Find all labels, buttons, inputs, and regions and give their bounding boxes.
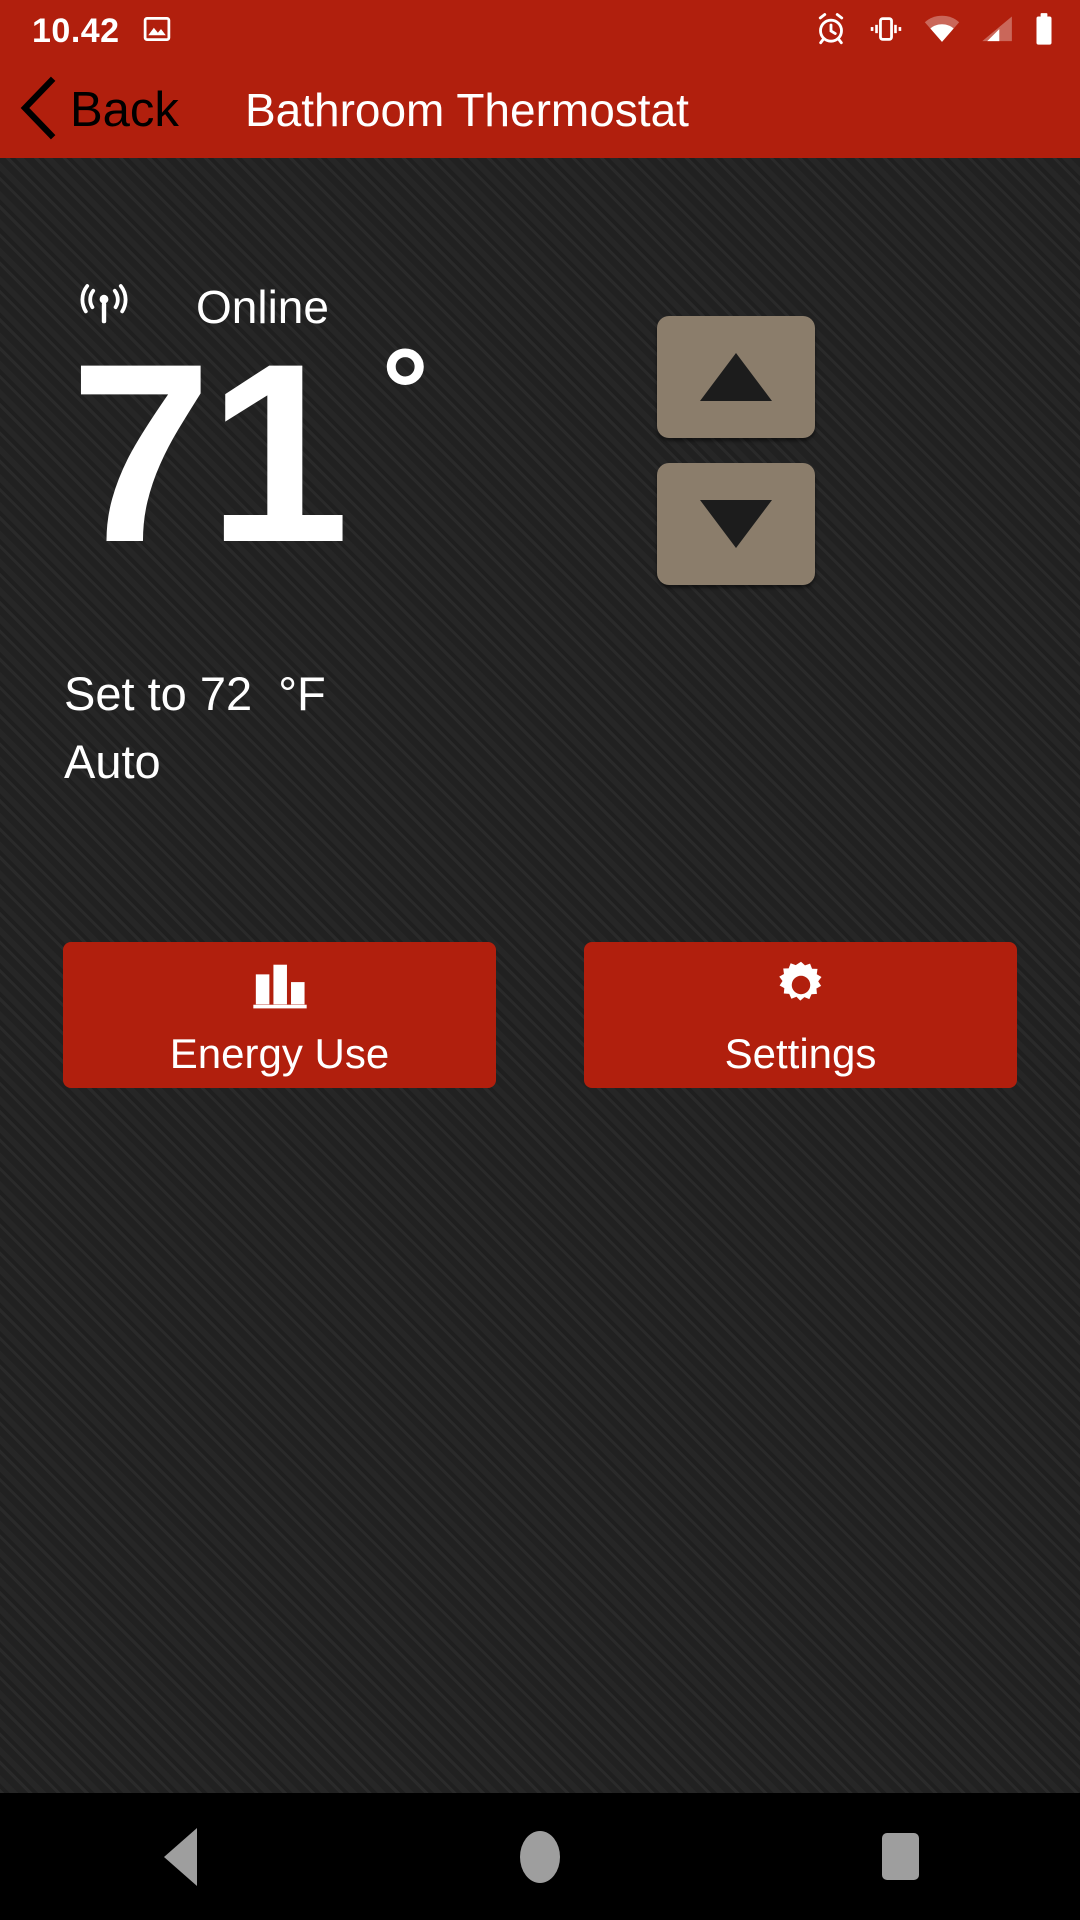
energy-use-button[interactable]: Energy Use <box>63 942 496 1088</box>
nav-home-button[interactable] <box>440 1793 640 1920</box>
page-title: Bathroom Thermostat <box>244 84 689 136</box>
wifi-icon <box>924 14 960 49</box>
cell-signal-icon <box>980 14 1014 49</box>
back-button[interactable]: Back <box>16 62 189 158</box>
degree-symbol: ° <box>381 325 429 457</box>
mode-label: Auto <box>64 735 161 788</box>
nav-back-button[interactable] <box>80 1793 280 1920</box>
action-button-row: Energy Use Settings <box>0 942 1080 1088</box>
status-bar-system-icons <box>814 12 1054 51</box>
temperature-increase-button[interactable] <box>657 316 815 438</box>
chevron-left-icon <box>16 76 60 145</box>
nav-recents-square-icon <box>881 1833 919 1880</box>
status-bar-clock: 10.42 <box>32 12 120 50</box>
nav-home-circle-icon <box>520 1830 560 1883</box>
status-bar-notification-icons <box>142 14 172 49</box>
setpoint-label: Set to 72 °F <box>64 667 326 720</box>
settings-button-label: Settings <box>724 1029 877 1077</box>
app-bar: Back Bathroom Thermostat <box>0 62 1080 158</box>
vibrate-icon <box>868 12 904 51</box>
bar-chart-icon <box>249 956 311 1019</box>
current-temperature-display: 71 ° <box>70 326 429 581</box>
triangle-down-icon <box>700 500 772 548</box>
gear-icon <box>772 956 830 1019</box>
nav-recents-button[interactable] <box>800 1793 1000 1920</box>
nav-back-triangle-icon <box>163 1827 197 1886</box>
thermostat-panel: Online 71 ° Set to 72 °F Auto Energy Use… <box>0 158 1080 1793</box>
energy-use-button-label: Energy Use <box>169 1029 390 1077</box>
android-navigation-bar <box>0 1793 1080 1920</box>
alarm-icon <box>814 12 848 51</box>
status-bar: 10.42 <box>0 0 1080 62</box>
triangle-up-icon <box>700 353 772 401</box>
image-icon <box>142 14 172 49</box>
temperature-decrease-button[interactable] <box>657 463 815 585</box>
temperature-stepper <box>657 316 815 585</box>
phone-screen: 10.42 Back Bathroom Thermostat Online 71… <box>0 0 1080 1920</box>
battery-icon <box>1034 12 1054 51</box>
settings-button[interactable]: Settings <box>584 942 1017 1088</box>
back-button-label: Back <box>70 82 179 137</box>
current-temperature-value: 71 <box>70 311 350 596</box>
